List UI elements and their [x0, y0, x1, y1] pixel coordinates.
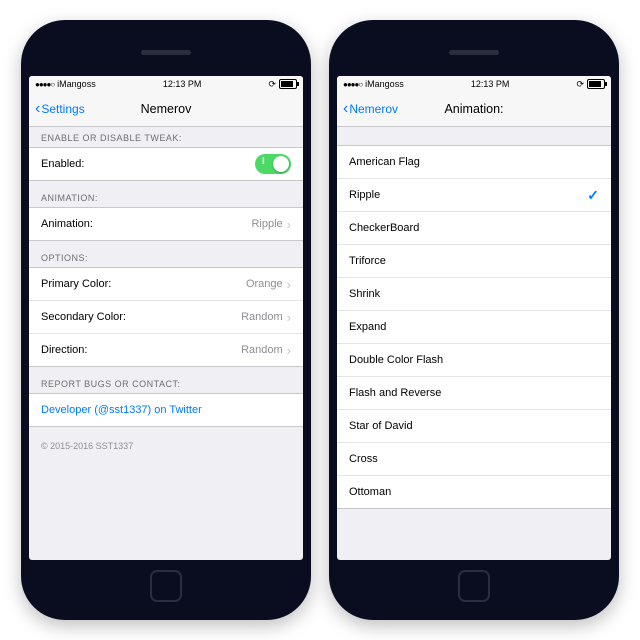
direction-label: Direction:	[41, 344, 87, 356]
list-item[interactable]: Cross	[337, 443, 611, 476]
list-item[interactable]: Star of David	[337, 410, 611, 443]
developer-link-label: Developer (@sst1337) on Twitter	[41, 404, 202, 416]
animation-list[interactable]: American Flag Ripple✓ CheckerBoard Trifo…	[337, 127, 611, 560]
screen-right: ●●●●○ iMangoss 12:13 PM ⟳ ‹ Nemerov Anim…	[337, 76, 611, 560]
carrier-label: iMangoss	[57, 79, 96, 89]
group-header-options: OPTIONS:	[29, 241, 303, 267]
back-label: Settings	[41, 102, 84, 116]
list-item[interactable]: Ripple✓	[337, 179, 611, 212]
primary-color-label: Primary Color:	[41, 278, 111, 290]
nav-bar: ‹ Nemerov Animation:	[337, 92, 611, 127]
phone-left: ●●●●○ iMangoss 12:13 PM ⟳ ‹ Settings Nem…	[21, 20, 311, 620]
battery-icon	[587, 79, 605, 89]
developer-link-cell[interactable]: Developer (@sst1337) on Twitter	[29, 394, 303, 426]
footer-note: © 2015-2016 SST1337	[29, 427, 303, 465]
checkmark-icon: ✓	[587, 187, 599, 204]
list-item[interactable]: Double Color Flash	[337, 344, 611, 377]
phone-right: ●●●●○ iMangoss 12:13 PM ⟳ ‹ Nemerov Anim…	[329, 20, 619, 620]
home-button[interactable]	[458, 570, 490, 602]
back-button[interactable]: ‹ Nemerov	[343, 101, 398, 117]
list-item[interactable]: Ottoman	[337, 476, 611, 508]
enabled-cell[interactable]: Enabled:	[29, 148, 303, 180]
group-header-animation: ANIMATION:	[29, 181, 303, 207]
group-header-report: REPORT BUGS OR CONTACT:	[29, 367, 303, 393]
clock-label: 12:13 PM	[471, 79, 510, 89]
chevron-left-icon: ‹	[343, 101, 348, 117]
chevron-left-icon: ‹	[35, 101, 40, 117]
screen-left: ●●●●○ iMangoss 12:13 PM ⟳ ‹ Settings Nem…	[29, 76, 303, 560]
signal-dots-icon: ●●●●○	[343, 80, 362, 89]
secondary-color-value: Random	[241, 311, 283, 323]
settings-content[interactable]: ENABLE OR DISABLE TWEAK: Enabled: ANIMAT…	[29, 127, 303, 560]
animation-cell[interactable]: Animation: Ripple ›	[29, 208, 303, 240]
battery-icon	[279, 79, 297, 89]
orientation-lock-icon: ⟳	[268, 79, 276, 90]
enabled-switch[interactable]	[255, 154, 291, 174]
list-item[interactable]: Shrink	[337, 278, 611, 311]
primary-color-cell[interactable]: Primary Color: Orange ›	[29, 268, 303, 301]
list-item[interactable]: Expand	[337, 311, 611, 344]
animation-label: Animation:	[41, 218, 93, 230]
animation-value: Ripple	[251, 218, 282, 230]
home-button[interactable]	[150, 570, 182, 602]
chevron-right-icon: ›	[287, 217, 291, 232]
animation-options-group: American Flag Ripple✓ CheckerBoard Trifo…	[337, 145, 611, 509]
chevron-right-icon: ›	[287, 310, 291, 325]
group-header-enable: ENABLE OR DISABLE TWEAK:	[29, 127, 303, 147]
list-item[interactable]: CheckerBoard	[337, 212, 611, 245]
list-item[interactable]: American Flag	[337, 146, 611, 179]
back-button[interactable]: ‹ Settings	[35, 101, 85, 117]
list-item[interactable]: Triforce	[337, 245, 611, 278]
carrier-label: iMangoss	[365, 79, 404, 89]
primary-color-value: Orange	[246, 278, 283, 290]
direction-value: Random	[241, 344, 283, 356]
chevron-right-icon: ›	[287, 343, 291, 358]
orientation-lock-icon: ⟳	[576, 79, 584, 90]
chevron-right-icon: ›	[287, 277, 291, 292]
status-bar: ●●●●○ iMangoss 12:13 PM ⟳	[337, 76, 611, 92]
earpiece	[141, 50, 191, 55]
earpiece	[449, 50, 499, 55]
clock-label: 12:13 PM	[163, 79, 202, 89]
back-label: Nemerov	[349, 102, 398, 116]
secondary-color-label: Secondary Color:	[41, 311, 126, 323]
enabled-label: Enabled:	[41, 158, 84, 170]
direction-cell[interactable]: Direction: Random ›	[29, 334, 303, 366]
signal-dots-icon: ●●●●○	[35, 80, 54, 89]
list-item[interactable]: Flash and Reverse	[337, 377, 611, 410]
nav-bar: ‹ Settings Nemerov	[29, 92, 303, 127]
secondary-color-cell[interactable]: Secondary Color: Random ›	[29, 301, 303, 334]
status-bar: ●●●●○ iMangoss 12:13 PM ⟳	[29, 76, 303, 92]
